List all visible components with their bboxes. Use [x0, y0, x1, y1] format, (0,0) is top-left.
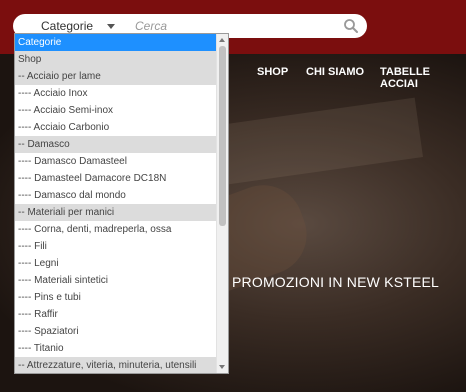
dropdown-option[interactable]: ---- Damasco dal mondo: [15, 187, 217, 204]
dropdown-option[interactable]: ---- Acciaio Inox: [15, 85, 217, 102]
chevron-down-icon[interactable]: [107, 24, 115, 29]
dropdown-option[interactable]: ---- Titanio: [15, 340, 217, 357]
dropdown-list: Categorie Shop -- Acciaio per lame ---- Acc…: [15, 34, 217, 373]
dropdown-option[interactable]: ---- Raffir: [15, 306, 217, 323]
search-icon[interactable]: [343, 18, 359, 34]
dropdown-option[interactable]: ---- Acciaio Carbonio: [15, 119, 217, 136]
dropdown-option[interactable]: -- Materiali per manici: [15, 204, 217, 221]
nav-tabelle-acciai[interactable]: TABELLE ACCIAI: [380, 66, 466, 90]
dropdown-option[interactable]: ---- Acciaio Semi-inox: [15, 102, 217, 119]
scroll-down-icon[interactable]: [219, 365, 225, 369]
dropdown-option[interactable]: -- Damasco: [15, 136, 217, 153]
dropdown-option[interactable]: ---- Legni: [15, 255, 217, 272]
dropdown-option[interactable]: ---- Damasco Damasteel: [15, 153, 217, 170]
dropdown-option[interactable]: ---- Pins e tubi: [15, 289, 217, 306]
scroll-up-icon[interactable]: [219, 38, 225, 42]
nav-shop[interactable]: SHOP: [257, 66, 288, 78]
category-dropdown[interactable]: Categorie Shop -- Acciaio per lame ---- Acc…: [14, 33, 229, 374]
dropdown-option[interactable]: Shop: [15, 51, 217, 68]
dropdown-option[interactable]: ---- Corna, denti, madreperla, ossa: [15, 221, 217, 238]
category-select[interactable]: Categorie: [41, 19, 93, 33]
dropdown-scrollbar[interactable]: [216, 34, 228, 373]
scroll-thumb[interactable]: [219, 46, 226, 226]
dropdown-option[interactable]: Categorie: [15, 34, 217, 51]
nav-chi-siamo[interactable]: CHI SIAMO: [306, 66, 364, 78]
dropdown-option[interactable]: ---- Spaziatori: [15, 323, 217, 340]
promo-headline: PROMOZIONI IN NEW KSTEEL: [232, 274, 440, 290]
dropdown-option[interactable]: -- Attrezzature, viteria, minuteria, ute…: [15, 357, 217, 373]
dropdown-option[interactable]: -- Acciaio per lame: [15, 68, 217, 85]
dropdown-option[interactable]: ---- Materiali sintetici: [15, 272, 217, 289]
dropdown-option[interactable]: ---- Damasteel Damacore DC18N: [15, 170, 217, 187]
dropdown-option[interactable]: ---- Fili: [15, 238, 217, 255]
